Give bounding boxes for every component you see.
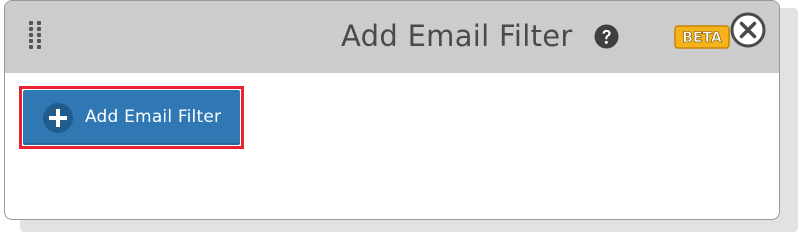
dialog-title: Add Email Filter xyxy=(341,19,573,53)
plus-circle-icon xyxy=(43,103,73,133)
add-email-filter-dialog: Add Email Filter BETA Add Email Filter xyxy=(4,0,780,220)
add-email-filter-button[interactable]: Add Email Filter xyxy=(23,90,240,145)
beta-badge: BETA xyxy=(674,25,730,49)
add-email-filter-button-label: Add Email Filter xyxy=(85,107,222,127)
close-circle-icon[interactable] xyxy=(729,11,767,49)
dialog-header: Add Email Filter BETA xyxy=(5,1,779,73)
drag-handle-icon[interactable] xyxy=(29,21,47,51)
dialog-title-wrap: Add Email Filter xyxy=(341,17,573,55)
question-circle-icon[interactable] xyxy=(594,24,619,49)
beta-badge-text: BETA xyxy=(682,30,722,46)
